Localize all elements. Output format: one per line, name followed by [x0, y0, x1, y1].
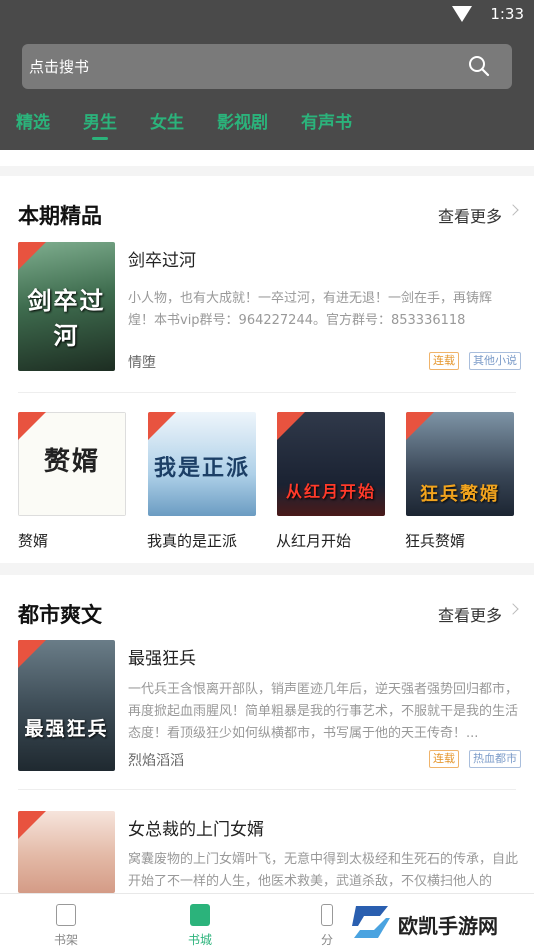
cover-title: 狂兵赘婿: [420, 484, 500, 505]
wifi-icon: [452, 6, 472, 22]
category-tabs: 精选 男生 女生 影视剧 有声书: [16, 108, 385, 140]
nav-bookstore[interactable]: 书城: [160, 894, 240, 949]
book-description: 一代兵王含恨离开部队，销声匿迹几年后，逆天强者强势回归都市，再度掀起血雨腥风！简…: [128, 682, 519, 741]
grid-book-cover[interactable]: 我是正派: [148, 412, 256, 516]
book-cover[interactable]: [18, 811, 115, 893]
book-cover[interactable]: 最强狂兵: [18, 640, 115, 771]
section-title: 都市爽文: [18, 603, 102, 627]
grid-book-cover[interactable]: 从红月开始: [277, 412, 385, 516]
watermark-text: 欧凯手游网: [398, 914, 498, 938]
tab-audiobook[interactable]: 有声书: [301, 108, 352, 133]
free-badge: [18, 412, 46, 440]
top-header: 点击搜书 精选 男生 女生 影视剧 有声书: [0, 30, 534, 150]
cover-title: 赘婿: [43, 447, 100, 477]
book-description: 小人物，也有大成就！一卒过河，有进无退！一剑在手，再铸辉煌！本书vip群号：96…: [128, 291, 493, 328]
free-badge: [277, 412, 305, 440]
book-author: 情堕: [128, 355, 156, 371]
book-cover[interactable]: 剑卒过河: [18, 242, 115, 371]
grid-book-title[interactable]: 赘婿: [18, 530, 48, 551]
cover-title: 从红月开始: [285, 482, 376, 501]
cover-title: 我是正派: [153, 455, 250, 481]
book-title[interactable]: 剑卒过河: [128, 246, 196, 271]
free-badge: [18, 811, 46, 839]
chevron-right-icon[interactable]: [507, 603, 519, 615]
free-badge: [18, 242, 46, 270]
nav-label: 书城: [187, 933, 212, 947]
book-author: 烈焰滔滔: [128, 753, 184, 769]
nav-bookshelf[interactable]: 书架: [26, 894, 106, 949]
watermark: 欧凯手游网: [346, 900, 534, 944]
grid-book-title[interactable]: 我真的是正派: [147, 530, 237, 551]
free-badge: [148, 412, 176, 440]
book-title[interactable]: 女总裁的上门女婿: [128, 815, 264, 840]
status-tag: 连载: [429, 352, 459, 370]
view-more-link[interactable]: 查看更多: [438, 203, 502, 227]
view-more-link[interactable]: 查看更多: [438, 602, 502, 626]
divider: [18, 789, 516, 790]
grid-book-cover[interactable]: 赘婿: [18, 412, 126, 516]
search-bar[interactable]: 点击搜书: [22, 44, 512, 89]
status-tag: 连载: [429, 750, 459, 768]
free-badge: [18, 640, 46, 668]
genre-tag: 其他小说: [469, 352, 521, 370]
bookstore-icon: [190, 904, 210, 926]
status-bar: 1:33: [0, 0, 534, 30]
tab-tv-drama[interactable]: 影视剧: [217, 108, 268, 133]
search-placeholder: 点击搜书: [29, 58, 90, 76]
chevron-right-icon[interactable]: [507, 204, 519, 216]
search-icon[interactable]: [468, 55, 490, 77]
previous-card: [0, 150, 534, 166]
tab-female[interactable]: 女生: [150, 108, 184, 133]
category-icon: [321, 904, 333, 926]
divider: [18, 392, 516, 393]
cover-title: 剑卒过河: [27, 286, 106, 350]
section-urban: 都市爽文 查看更多 最强狂兵 最强狂兵 一代兵王含恨离开部队，销声匿迹几年后，逆…: [0, 575, 534, 893]
grid-book-title[interactable]: 从红月开始: [276, 530, 351, 551]
grid-book-cover[interactable]: 狂兵赘婿: [406, 412, 514, 516]
tab-featured[interactable]: 精选: [16, 108, 50, 133]
grid-book-title[interactable]: 狂兵赘婿: [405, 530, 465, 551]
nav-label: 书架: [53, 933, 78, 947]
genre-tag: 热血都市: [469, 750, 521, 768]
bookshelf-icon: [56, 904, 76, 926]
status-time: 1:33: [490, 5, 524, 23]
tab-male[interactable]: 男生: [83, 108, 117, 140]
book-description: 窝囊废物的上门女婿叶飞，无意中得到太极经和生死石的传承，自此开始了不一样的人生，…: [128, 852, 519, 889]
section-premium: 本期精品 查看更多 剑卒过河 剑卒过河 小人物，也有大成就！一卒过河，有进无退！…: [0, 176, 534, 563]
book-title[interactable]: 最强狂兵: [128, 644, 196, 669]
section-title: 本期精品: [18, 204, 102, 228]
cover-title: 最强狂兵: [24, 718, 109, 740]
watermark-logo-icon: [352, 906, 390, 938]
free-badge: [406, 412, 434, 440]
